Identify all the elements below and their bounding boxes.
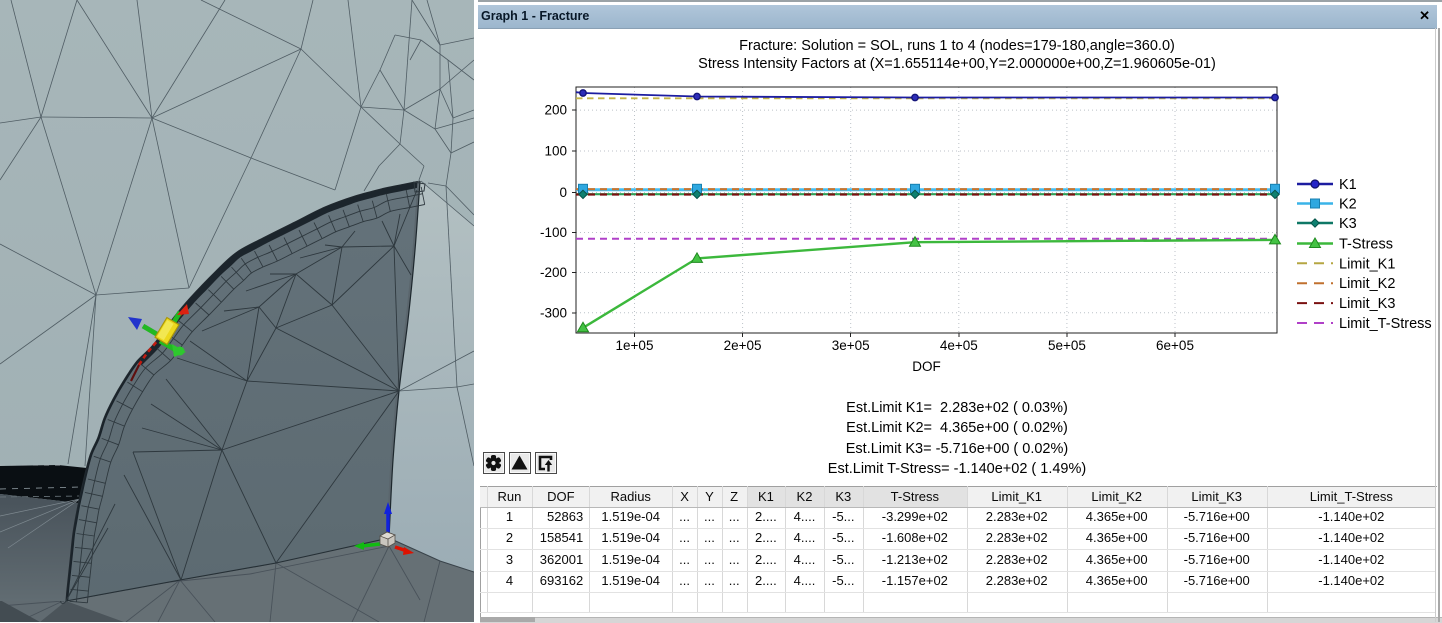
svg-text:-100: -100 [540,225,567,240]
svg-text:5e+05: 5e+05 [1048,338,1086,353]
svg-text:DOF: DOF [912,359,941,374]
svg-text:T-Stress: T-Stress [1339,237,1393,253]
svg-text:6e+05: 6e+05 [1156,338,1194,353]
svg-text:200: 200 [544,103,567,118]
svg-text:K2: K2 [1339,197,1357,213]
svg-text:3e+05: 3e+05 [832,338,870,353]
svg-text:-300: -300 [540,305,567,320]
svg-text:2e+05: 2e+05 [724,338,762,353]
svg-text:Limit_K2: Limit_K2 [1339,276,1395,292]
svg-text:-200: -200 [540,265,567,280]
svg-text:K3: K3 [1339,216,1357,232]
svg-text:Limit_T-Stress: Limit_T-Stress [1339,316,1432,332]
svg-text:4e+05: 4e+05 [940,338,978,353]
svg-text:K1: K1 [1339,177,1357,193]
svg-text:Limit_K3: Limit_K3 [1339,296,1395,312]
svg-text:100: 100 [544,144,567,159]
svg-text:Limit_K1: Limit_K1 [1339,256,1395,272]
svg-text:1e+05: 1e+05 [616,338,654,353]
svg-text:0: 0 [559,185,567,200]
